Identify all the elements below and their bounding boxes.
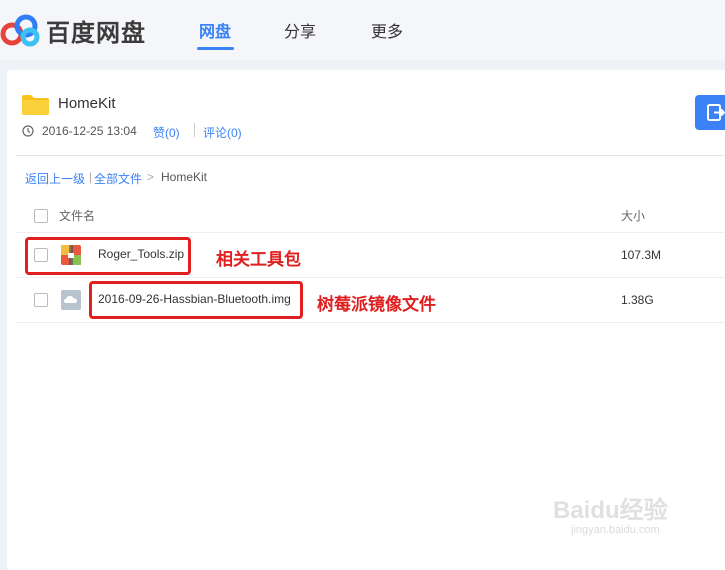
file-size: 107.3M [621, 248, 662, 262]
cloud-file-icon [61, 290, 81, 310]
nav-netdisk[interactable]: 网盘 [199, 18, 231, 42]
breadcrumb-current: HomeKit [161, 170, 208, 184]
baidu-netdisk-logo[interactable]: 百度网盘 [0, 10, 146, 50]
annotation-tools: 相关工具包 [216, 250, 301, 269]
breadcrumb-all-files[interactable]: 全部文件 [94, 170, 142, 187]
header-divider [16, 155, 725, 156]
folder-icon [22, 95, 49, 115]
folder-title: HomeKit [58, 95, 116, 112]
nav-more[interactable]: 更多 [371, 18, 403, 42]
like-link[interactable]: 赞(0) [153, 124, 180, 141]
highlight-box-img [89, 281, 303, 319]
row-checkbox[interactable] [34, 293, 48, 307]
nav-active-indicator [197, 47, 234, 50]
logo-cloud-icon [0, 14, 40, 47]
breadcrumb-arrow: > [147, 170, 155, 184]
meta-divider [194, 123, 195, 137]
table-header: 文件名 大小 [16, 200, 725, 233]
baidu-jingyan-watermark: Baidu经验 jingyan.baidu.com [553, 490, 693, 550]
breadcrumb-back[interactable]: 返回上一级 [25, 170, 85, 187]
watermark-url: jingyan.baidu.com [571, 524, 660, 536]
save-button[interactable] [695, 95, 725, 130]
clock-icon [22, 125, 34, 137]
column-filename[interactable]: 文件名 [59, 207, 95, 224]
top-bar: 百度网盘 网盘 分享 更多 [0, 0, 725, 60]
annotation-image: 树莓派镜像文件 [317, 295, 436, 314]
breadcrumb-separator: | [89, 170, 93, 184]
comment-link[interactable]: 评论(0) [203, 124, 242, 141]
nav-share[interactable]: 分享 [284, 18, 316, 42]
folder-date: 2016-12-25 13:04 [42, 124, 137, 138]
logo-text: 百度网盘 [46, 19, 146, 47]
file-size: 1.38G [621, 293, 654, 307]
watermark-logo: Baidu经验 [553, 497, 668, 524]
highlight-box-zip [25, 237, 191, 275]
export-icon [707, 104, 725, 121]
select-all-checkbox[interactable] [34, 209, 48, 223]
column-size[interactable]: 大小 [621, 207, 645, 224]
